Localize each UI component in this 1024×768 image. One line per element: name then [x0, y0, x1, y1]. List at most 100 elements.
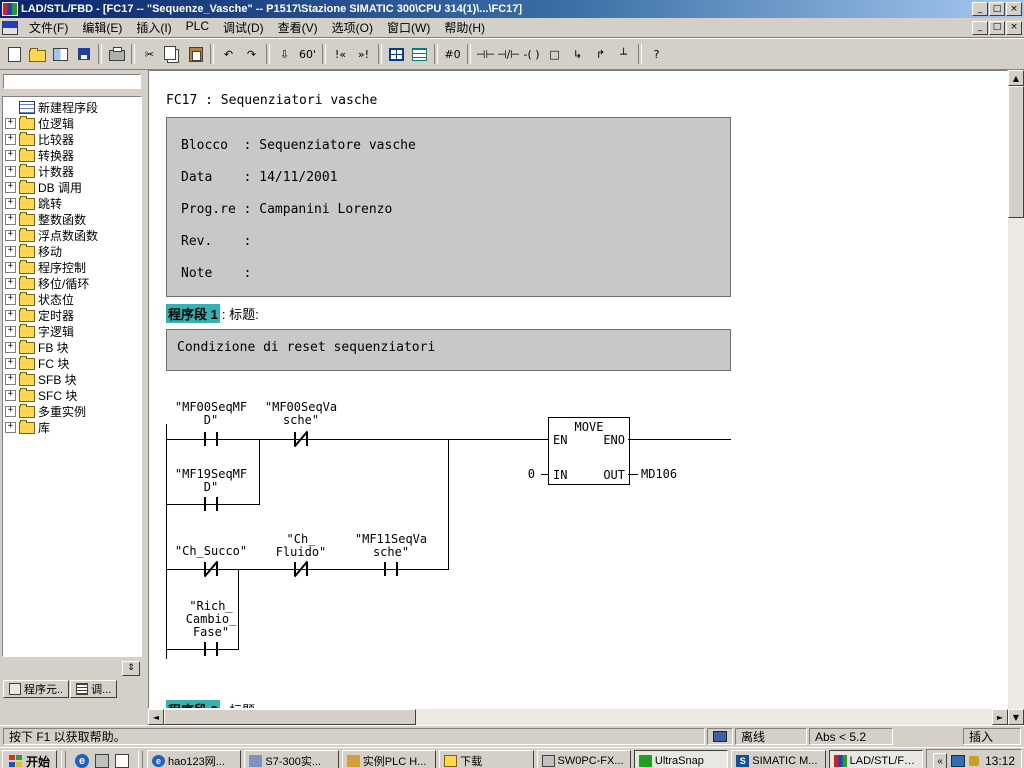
- sidebar-item-5[interactable]: +DB 调用: [5, 179, 141, 195]
- menu-item-3[interactable]: PLC: [179, 18, 216, 37]
- new-button[interactable]: [3, 43, 26, 65]
- expand-plus-icon[interactable]: +: [5, 294, 16, 305]
- vscroll-track[interactable]: [1008, 86, 1024, 709]
- sidebar-item-17[interactable]: +SFB 块: [5, 371, 141, 387]
- quicklaunch-ie[interactable]: e: [73, 752, 91, 768]
- mdi-restore-button[interactable]: □: [989, 21, 1005, 35]
- sidebar-item-18[interactable]: +SFC 块: [5, 387, 141, 403]
- sidebar-item-16[interactable]: +FC 块: [5, 355, 141, 371]
- contact-ch-fluido[interactable]: [293, 562, 309, 576]
- move-instruction-box[interactable]: MOVE EN ENO IN OUT: [548, 417, 630, 485]
- sidebar-item-6[interactable]: +跳转: [5, 195, 141, 211]
- taskbar-task-2[interactable]: 实例PLC H...: [342, 750, 436, 768]
- sidebar-item-8[interactable]: +浮点数函数: [5, 227, 141, 243]
- contact-mf00seqvasche[interactable]: [293, 432, 309, 446]
- expand-plus-icon[interactable]: +: [5, 246, 16, 257]
- expand-plus-icon[interactable]: +: [5, 358, 16, 369]
- menu-item-5[interactable]: 查看(V): [271, 18, 325, 37]
- tray-collapse-button[interactable]: «: [933, 753, 947, 768]
- scroll-up-button[interactable]: ▲: [1008, 70, 1024, 86]
- contact-ch-succo[interactable]: [203, 562, 219, 576]
- address-id-button[interactable]: #0: [441, 43, 464, 65]
- menu-item-2[interactable]: 插入(I): [129, 18, 178, 37]
- expand-plus-icon[interactable]: +: [5, 214, 16, 225]
- network-2-title-row[interactable]: 程序段 2 : 标题:: [166, 701, 259, 709]
- sidebar-item-7[interactable]: +整数函数: [5, 211, 141, 227]
- block-header-comment[interactable]: Blocco : Sequenziatore vasche Data : 14/…: [166, 117, 731, 297]
- menu-item-4[interactable]: 调试(D): [216, 18, 271, 37]
- menu-item-7[interactable]: 窗口(W): [380, 18, 437, 37]
- sidebar-item-11[interactable]: +移位/循环: [5, 275, 141, 291]
- contact-nc-button[interactable]: ⊣/⊢: [497, 43, 520, 65]
- sidebar-item-2[interactable]: +比较器: [5, 131, 141, 147]
- paste-button[interactable]: [184, 43, 207, 65]
- sidebar-tab-0[interactable]: 程序元..: [3, 680, 69, 698]
- scroll-left-button[interactable]: ◄: [148, 709, 164, 725]
- copy-button[interactable]: [161, 43, 184, 65]
- move-out-operand[interactable]: MD106: [641, 467, 677, 481]
- contact-mf19seqmfd[interactable]: [203, 497, 219, 511]
- network-1-title-row[interactable]: 程序段 1 : 标题:: [166, 305, 259, 322]
- taskbar-task-0[interactable]: ehao123网...: [147, 750, 241, 768]
- close-button[interactable]: ×: [1006, 2, 1022, 16]
- sidebar-item-13[interactable]: +定时器: [5, 307, 141, 323]
- expand-plus-icon[interactable]: +: [5, 198, 16, 209]
- sidebar-item-20[interactable]: +库: [5, 419, 141, 435]
- sidebar-item-1[interactable]: +位逻辑: [5, 115, 141, 131]
- taskbar-task-3[interactable]: 下载: [439, 750, 533, 768]
- split-view-button[interactable]: ⇕: [122, 661, 140, 676]
- network-1-comment[interactable]: Condizione di reset sequenziatori: [166, 329, 731, 371]
- sidebar-item-3[interactable]: +转换器: [5, 147, 141, 163]
- expand-plus-icon[interactable]: +: [5, 166, 16, 177]
- taskbar-task-5[interactable]: UltraSnap: [634, 750, 728, 768]
- quicklaunch-desktop[interactable]: [93, 752, 111, 768]
- cut-button[interactable]: ✂: [138, 43, 161, 65]
- expand-plus-icon[interactable]: +: [5, 390, 16, 401]
- insert-network-button[interactable]: ┴: [612, 43, 635, 65]
- expand-plus-icon[interactable]: +: [5, 262, 16, 273]
- taskbar-task-7[interactable]: LAD/STL/FB...: [829, 750, 923, 768]
- sidebar-item-4[interactable]: +计数器: [5, 163, 141, 179]
- blocks-button[interactable]: [49, 43, 72, 65]
- sidebar-filter-field[interactable]: [3, 74, 141, 89]
- expand-plus-icon[interactable]: +: [5, 230, 16, 241]
- next-error-button[interactable]: »!: [352, 43, 375, 65]
- print-button[interactable]: [105, 43, 128, 65]
- sidebar-item-9[interactable]: +移动: [5, 243, 141, 259]
- save-button[interactable]: [72, 43, 95, 65]
- expand-plus-icon[interactable]: +: [5, 310, 16, 321]
- undo-button[interactable]: ↶: [217, 43, 240, 65]
- coil-button[interactable]: -( ): [520, 43, 543, 65]
- catalog-button[interactable]: [408, 43, 431, 65]
- start-button[interactable]: 开始: [2, 750, 57, 768]
- minimize-button[interactable]: _: [972, 2, 988, 16]
- mdi-close-button[interactable]: ×: [1006, 21, 1022, 35]
- monitor-button[interactable]: 60': [296, 43, 319, 65]
- taskbar-task-6[interactable]: SSIMATIC M...: [731, 750, 825, 768]
- prev-error-button[interactable]: !«: [329, 43, 352, 65]
- redo-button[interactable]: ↷: [240, 43, 263, 65]
- mdi-child-icon[interactable]: [2, 21, 18, 35]
- expand-plus-icon[interactable]: +: [5, 118, 16, 129]
- expand-plus-icon[interactable]: +: [5, 150, 16, 161]
- move-in-value[interactable]: 0: [507, 467, 535, 481]
- sidebar-item-19[interactable]: +多重实例: [5, 403, 141, 419]
- sidebar-item-12[interactable]: +状态位: [5, 291, 141, 307]
- expand-plus-icon[interactable]: +: [5, 182, 16, 193]
- close-branch-button[interactable]: ↱: [589, 43, 612, 65]
- sidebar-item-15[interactable]: +FB 块: [5, 339, 141, 355]
- volume-icon[interactable]: [969, 756, 979, 766]
- network-status-icon[interactable]: [951, 755, 965, 767]
- menu-item-1[interactable]: 编辑(E): [75, 18, 129, 37]
- sidebar-tab-1[interactable]: 调...: [70, 680, 117, 698]
- contact-mf00seqmfd[interactable]: [203, 432, 219, 446]
- open-branch-button[interactable]: ↳: [566, 43, 589, 65]
- taskbar-task-1[interactable]: S7-300实...: [244, 750, 338, 768]
- vertical-scrollbar[interactable]: ▲ ▼: [1008, 70, 1024, 725]
- vscroll-thumb[interactable]: [1008, 86, 1024, 218]
- open-button[interactable]: [26, 43, 49, 65]
- mdi-minimize-button[interactable]: _: [972, 21, 988, 35]
- expand-plus-icon[interactable]: +: [5, 326, 16, 337]
- menu-item-6[interactable]: 选项(O): [325, 18, 380, 37]
- taskbar-task-4[interactable]: SW0PC-FX...: [537, 750, 631, 768]
